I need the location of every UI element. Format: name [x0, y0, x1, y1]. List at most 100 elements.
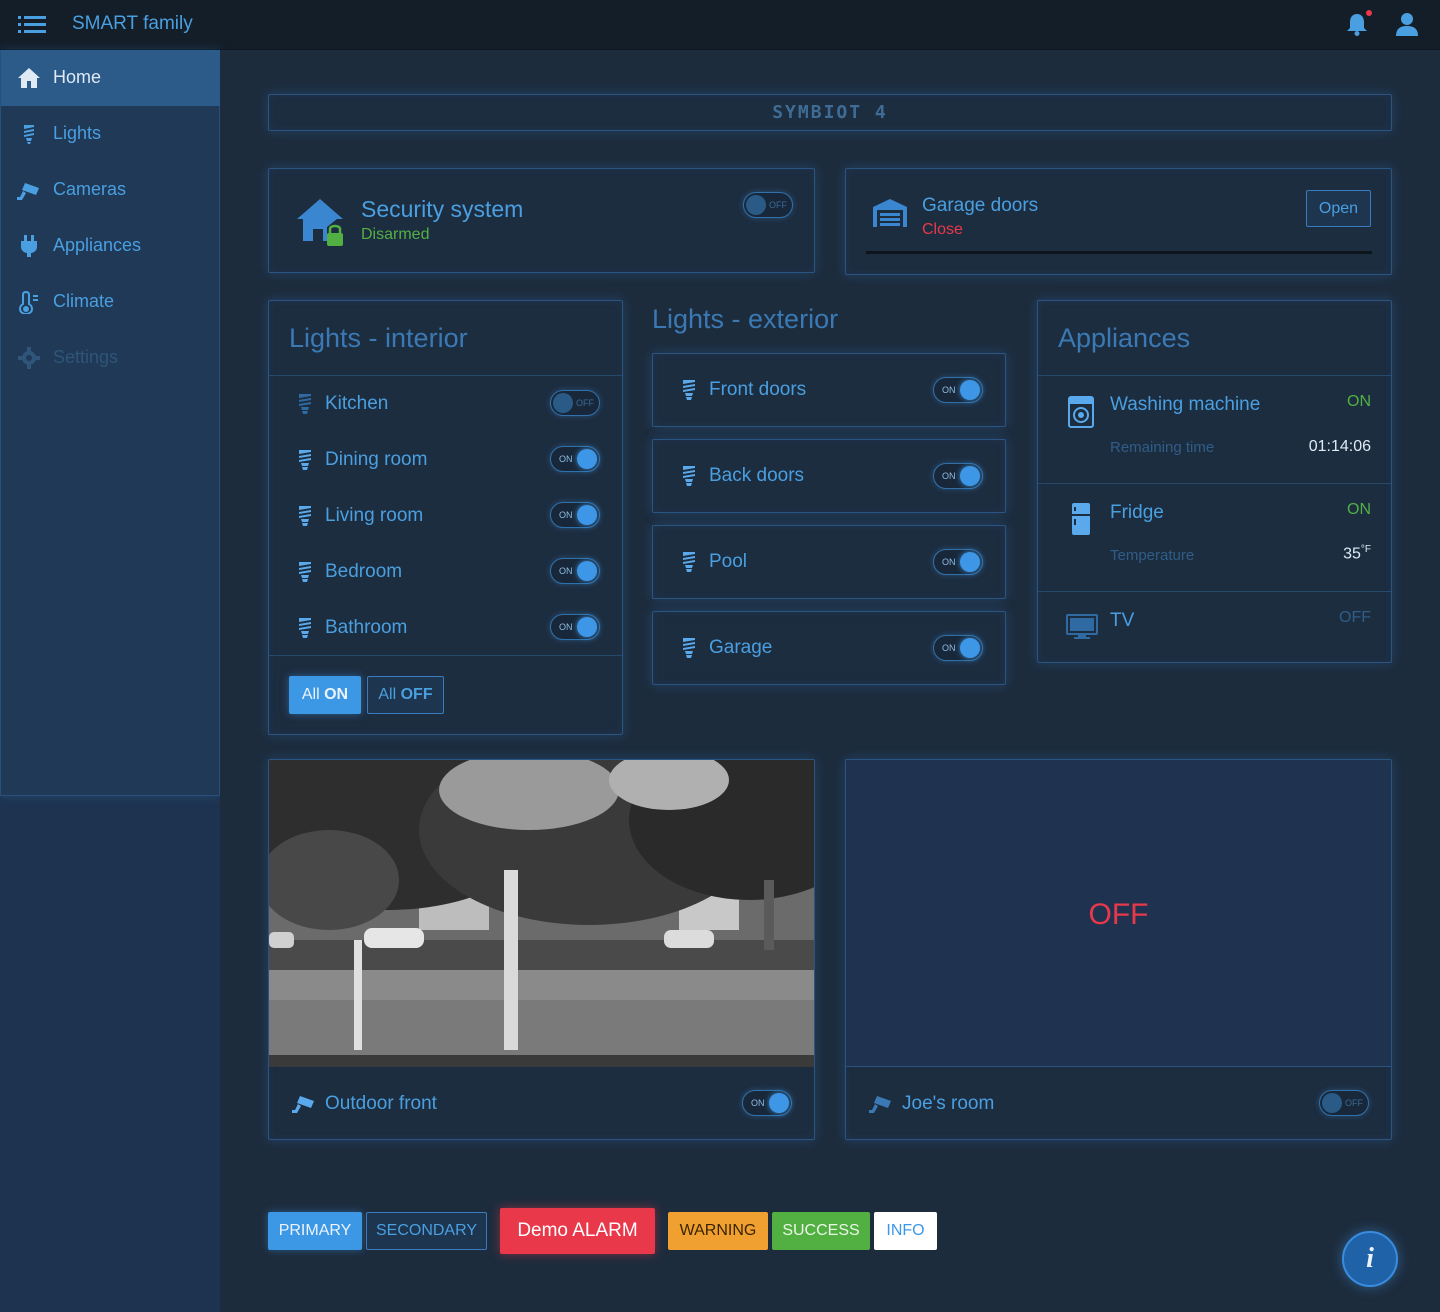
light-row-bathroom: Bathroom ON: [269, 600, 622, 656]
toggle-label: OFF: [769, 200, 787, 210]
light-row-living: Living room ON: [269, 488, 622, 544]
sidebar-item-appliances[interactable]: Appliances: [1, 218, 221, 274]
toggle-label: ON: [559, 566, 573, 576]
washing-machine-icon: [1068, 396, 1094, 428]
security-card: Security system Disarmed OFF: [268, 168, 815, 273]
button-prefix: All: [378, 686, 397, 703]
sidebar-item-settings[interactable]: Settings: [1, 330, 221, 386]
light-row-dining: Dining room ON: [269, 432, 622, 488]
toggle-knob: [960, 380, 980, 400]
toggle-knob: [960, 466, 980, 486]
toggle-label: ON: [559, 454, 573, 464]
button-word: OFF: [400, 686, 433, 703]
appliance-state: ON: [1347, 393, 1371, 410]
camera-joes-room-card: OFF Joe's room OFF: [845, 759, 1392, 1140]
tv-icon: [1066, 614, 1098, 639]
light-label: Dining room: [325, 449, 428, 470]
garage-open-button[interactable]: Open: [1306, 190, 1371, 227]
menu-icon[interactable]: [18, 16, 46, 34]
appliance-detail-label: Remaining time: [1110, 439, 1215, 456]
bell-icon[interactable]: [1346, 12, 1368, 36]
ext-light-back-doors: Back doors ON: [652, 439, 1006, 513]
temperature-value: 35: [1343, 545, 1361, 563]
light-label: Bedroom: [325, 561, 403, 582]
security-status: Disarmed: [361, 226, 430, 243]
button-word: ON: [324, 686, 349, 703]
plug-icon: [21, 235, 37, 257]
toggle-label: ON: [942, 385, 956, 395]
all-on-button[interactable]: All ON: [289, 676, 361, 714]
top-bar: SMART family: [0, 0, 1440, 50]
light-toggle[interactable]: ON: [550, 446, 600, 472]
toggle-label: ON: [559, 622, 573, 632]
bulb-icon: [299, 506, 311, 526]
light-row-bedroom: Bedroom ON: [269, 544, 622, 600]
light-label: Bathroom: [325, 617, 408, 638]
bulb-icon: [299, 450, 311, 470]
thermometer-icon: [18, 290, 38, 314]
toggle-label: ON: [942, 471, 956, 481]
sidebar-item-cameras[interactable]: Cameras: [1, 162, 221, 218]
camera-off-text: OFF: [1088, 898, 1149, 931]
light-label: Garage: [709, 637, 773, 658]
secondary-button[interactable]: SECONDARY: [366, 1212, 487, 1250]
light-toggle[interactable]: ON: [933, 463, 983, 489]
appliances-title: Appliances: [1058, 323, 1191, 353]
appliance-label: TV: [1110, 610, 1135, 631]
info-button[interactable]: INFO: [874, 1212, 937, 1250]
toggle-label: ON: [559, 510, 573, 520]
user-icon[interactable]: [1395, 12, 1419, 36]
sidebar-item-home[interactable]: Home: [1, 50, 221, 106]
light-toggle[interactable]: ON: [933, 635, 983, 661]
toggle-label: ON: [942, 557, 956, 567]
appliance-washing-machine: Washing machine ON Remaining time 01:14:…: [1038, 375, 1391, 483]
camera-outdoor-card: Outdoor front ON: [268, 759, 815, 1140]
notification-dot: [1366, 10, 1372, 16]
appliance-detail-value: 35°F: [1343, 544, 1371, 563]
camera-toggle[interactable]: OFF: [1319, 1090, 1369, 1116]
demo-alarm-button[interactable]: Demo ALARM: [500, 1208, 655, 1254]
ext-light-front-doors: Front doors ON: [652, 353, 1006, 427]
success-button[interactable]: SUCCESS: [772, 1212, 870, 1250]
sidebar-item-label: Settings: [53, 347, 119, 367]
garage-title: Garage doors: [922, 195, 1039, 216]
toggle-knob: [960, 638, 980, 658]
info-fab-button[interactable]: i: [1342, 1231, 1398, 1287]
sidebar-nav: Home Lights Cameras Appliances Climate S…: [0, 50, 221, 796]
light-label: Front doors: [709, 379, 807, 400]
warning-button[interactable]: WARNING: [668, 1212, 768, 1250]
toggle-label: ON: [751, 1098, 765, 1108]
bulb-icon: [683, 466, 695, 486]
light-toggle[interactable]: ON: [933, 377, 983, 403]
all-off-button[interactable]: All OFF: [367, 676, 444, 714]
sidebar-item-label: Climate: [53, 291, 115, 311]
app-title: SMART family: [72, 13, 193, 34]
security-toggle[interactable]: OFF: [743, 192, 793, 218]
security-title: Security system: [361, 196, 524, 222]
appliance-detail-label: Temperature: [1110, 547, 1195, 564]
toggle-knob: [577, 449, 597, 469]
sidebar-item-climate[interactable]: Climate: [1, 274, 221, 330]
ext-light-pool: Pool ON: [652, 525, 1006, 599]
bulb-icon: [299, 394, 311, 414]
bulb-icon: [24, 125, 34, 144]
fridge-icon: [1072, 503, 1090, 535]
light-toggle[interactable]: ON: [550, 614, 600, 640]
appliance-state: OFF: [1339, 609, 1371, 626]
toggle-knob: [577, 505, 597, 525]
light-toggle[interactable]: ON: [550, 558, 600, 584]
primary-button[interactable]: PRIMARY: [268, 1212, 362, 1250]
light-toggle[interactable]: OFF: [550, 390, 600, 416]
toggle-knob: [769, 1093, 789, 1113]
camera-toggle[interactable]: ON: [742, 1090, 792, 1116]
sidebar-item-label: Home: [53, 67, 102, 87]
sidebar-item-label: Appliances: [53, 235, 142, 255]
light-toggle[interactable]: ON: [933, 549, 983, 575]
sidebar-item-lights[interactable]: Lights: [1, 106, 221, 162]
lights-exterior-title: Lights - exterior: [652, 304, 839, 334]
camera-icon: [292, 1096, 314, 1113]
camera-label: Joe's room: [902, 1093, 995, 1114]
light-toggle[interactable]: ON: [550, 502, 600, 528]
bulb-icon: [299, 562, 311, 582]
bulb-icon: [683, 552, 695, 572]
